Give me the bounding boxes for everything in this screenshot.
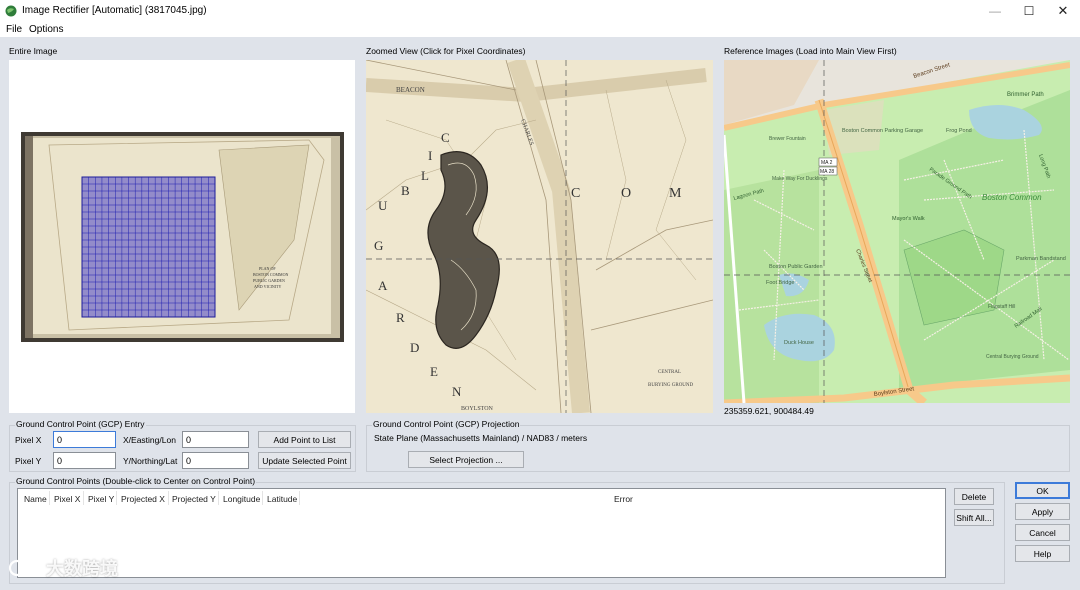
zoom-label-l: L (421, 168, 429, 183)
gcp-entry-title: Ground Control Point (GCP) Entry (15, 419, 146, 429)
col-name[interactable]: Name (24, 494, 47, 504)
easting-label: X/Easting/Lon (123, 435, 176, 445)
zoom-label-boylston: BOYLSTON (461, 406, 494, 412)
pixel-y-label: Pixel Y (15, 456, 42, 466)
zoom-label-c: C (571, 186, 580, 201)
gcp-table[interactable]: Name Pixel X Pixel Y Projected X Project… (17, 488, 946, 578)
northing-input[interactable] (182, 452, 249, 469)
zoom-label-b: B (401, 183, 410, 198)
zoom-label-a: A (378, 278, 388, 293)
zoom-label-m: M (669, 186, 682, 201)
col-longitude[interactable]: Longitude (223, 494, 260, 504)
zoom-label-i: I (428, 148, 432, 163)
reference-map-pane[interactable]: Beacon Street Brimmer Path Boston Common… (724, 60, 1070, 403)
ref-label-brewer: Brewer Fountain (769, 136, 806, 142)
watermark-logo-icon (8, 559, 40, 577)
watermark: 大数跨境 (8, 555, 118, 581)
maximize-button[interactable]: ☐ (1010, 0, 1048, 22)
northing-label: Y/Northing/Lat (123, 456, 178, 466)
add-point-button[interactable]: Add Point to List (258, 431, 351, 448)
ref-label-ma28: MA 28 (820, 169, 834, 175)
gcp-list-title: Ground Control Points (Double-click to C… (15, 476, 257, 486)
gcp-table-header: Name Pixel X Pixel Y Projected X Project… (18, 489, 945, 507)
col-separator (218, 491, 219, 505)
ref-label-duck-house: Duck House (784, 340, 814, 346)
shift-all-button[interactable]: Shift All... (954, 509, 994, 526)
help-button[interactable]: Help (1015, 545, 1070, 562)
app-globe-icon (5, 5, 17, 17)
map-caption-3: PUBLIC GARDEN (253, 278, 285, 283)
close-button[interactable]: ✕ (1044, 0, 1080, 22)
pixel-x-label: Pixel X (15, 435, 42, 445)
ref-label-ducklings: Make Way For Ducklings (772, 176, 828, 182)
col-projected-x[interactable]: Projected X (121, 494, 165, 504)
ref-label-frog-pond: Frog Pond (946, 128, 972, 134)
col-latitude[interactable]: Latitude (267, 494, 297, 504)
ref-label-mayors: Mayor's Walk (892, 216, 925, 222)
entire-image-label: Entire Image (9, 46, 58, 56)
ref-label-ma2: MA 2 (821, 160, 833, 166)
zoomed-view-label: Zoomed View (Click for Pixel Coordinates… (366, 46, 526, 56)
col-separator (262, 491, 263, 505)
pixel-y-input[interactable] (53, 452, 116, 469)
col-projected-y[interactable]: Projected Y (172, 494, 216, 504)
col-separator (49, 491, 50, 505)
zoom-label-o: O (621, 186, 631, 201)
ref-label-bandstand: Parkman Bandstand (1016, 256, 1066, 262)
cancel-button[interactable]: Cancel (1015, 524, 1070, 541)
menu-bar: File Options (0, 22, 1080, 37)
select-projection-button[interactable]: Select Projection ... (408, 451, 524, 468)
zoom-label-d: D (410, 340, 419, 355)
map-caption-4: AND VICINITY (254, 284, 281, 289)
zoom-label-g: G (374, 238, 383, 253)
ref-label-flagstaff: Flagstaff Hill (988, 304, 1015, 310)
gcp-projection-title: Ground Control Point (GCP) Projection (372, 419, 521, 429)
easting-input[interactable] (182, 431, 249, 448)
col-separator (83, 491, 84, 505)
menu-options[interactable]: Options (29, 24, 63, 35)
zoom-label-c2: C (441, 130, 450, 145)
col-separator (116, 491, 117, 505)
zoom-label-burying: BURYING GROUND (648, 383, 694, 388)
ref-label-public-garden: Boston Public Garden (769, 264, 823, 270)
map-caption-2: BOSTON COMMON (253, 272, 288, 277)
reference-images-label: Reference Images (Load into Main View Fi… (724, 46, 897, 56)
ref-label-brimmer: Brimmer Path (1007, 92, 1044, 98)
apply-button[interactable]: Apply (1015, 503, 1070, 520)
menu-file[interactable]: File (6, 24, 22, 35)
zoom-label-r: R (396, 310, 405, 325)
col-separator (299, 491, 300, 505)
ref-label-foot-bridge: Foot Bridge (766, 280, 794, 286)
col-pixel-x[interactable]: Pixel X (54, 494, 80, 504)
pixel-x-input[interactable] (53, 431, 116, 448)
update-point-button[interactable]: Update Selected Point (258, 452, 351, 469)
overlay-grid (81, 176, 216, 318)
ref-label-parking: Boston Common Parking Garage (842, 128, 923, 134)
ok-button[interactable]: OK (1015, 482, 1070, 499)
zoom-label-beacon: BEACON (396, 86, 425, 94)
delete-button[interactable]: Delete (954, 488, 994, 505)
reference-coordinates: 235359.621, 900484.49 (724, 406, 814, 416)
col-separator (168, 491, 169, 505)
map-caption-1: PLAN OF (259, 266, 276, 271)
zoom-label-e: E (430, 364, 438, 379)
window-title: Image Rectifier [Automatic] (3817045.jpg… (22, 5, 207, 16)
entire-image-pane[interactable]: PLAN OF BOSTON COMMON PUBLIC GARDEN AND … (9, 60, 355, 413)
watermark-text: 大数跨境 (46, 559, 118, 579)
zoomed-view-pane[interactable]: BEACON CHARLES C O M U B L I C G A R D E… (366, 60, 713, 413)
col-pixel-y[interactable]: Pixel Y (88, 494, 114, 504)
ref-label-boston-common: Boston Common (982, 193, 1042, 202)
title-bar: Image Rectifier [Automatic] (3817045.jpg… (0, 0, 1080, 22)
projection-name: State Plane (Massachusetts Mainland) / N… (374, 433, 588, 443)
zoom-label-u: U (378, 198, 388, 213)
zoom-label-central: CENTRAL (658, 370, 681, 375)
col-error[interactable]: Error (614, 494, 633, 504)
zoom-label-n: N (452, 384, 462, 399)
minimize-button[interactable]: — (976, 0, 1014, 22)
ref-label-burying: Central Burying Ground (986, 354, 1039, 360)
